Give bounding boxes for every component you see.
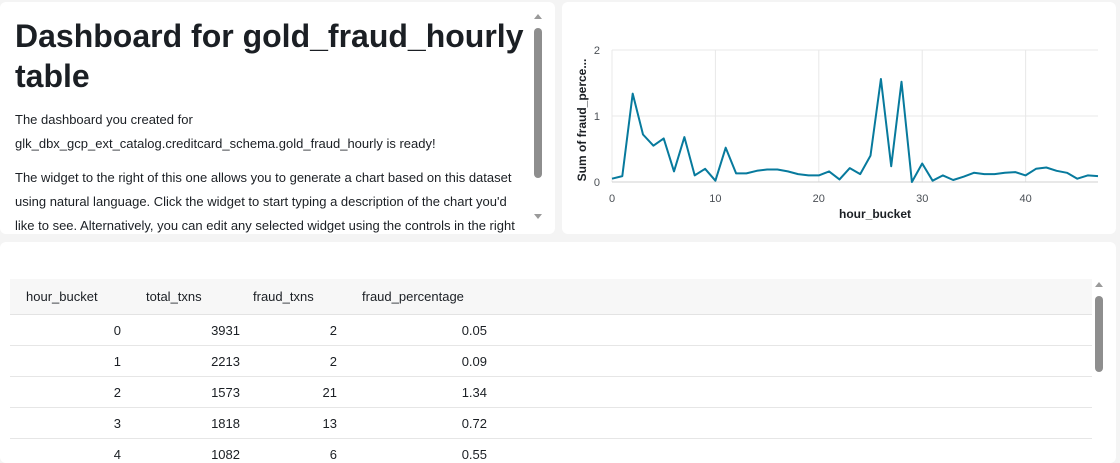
text-widget-content: Dashboard for gold_fraud_hourly table Th… [15,16,525,234]
cell-total-txns: 3931 [211,322,240,338]
y-tick-label: 2 [594,45,600,57]
scroll-up-arrow-icon[interactable] [534,14,542,19]
x-axis-label: hour_bucket [839,207,911,221]
column-header-hour-bucket[interactable]: hour_bucket [26,279,121,314]
cell-hour-bucket: 1 [113,353,121,369]
table-row: 4 1082 6 0.55 [10,439,1092,463]
cell-fraud-percentage: 0.72 [461,415,487,431]
table-row: 0 3931 2 0.05 [10,315,1092,346]
data-table: hour_bucket total_txns fraud_txns fraud_… [10,279,1092,463]
text-widget[interactable]: Dashboard for gold_fraud_hourly table Th… [0,2,555,234]
x-tick-label: 10 [709,193,721,205]
column-header-fraud-percentage[interactable]: fraud_percentage [362,279,492,314]
text-paragraph-ready: The dashboard you created for glk_dbx_gc… [15,112,436,151]
cell-total-txns: 1082 [211,446,240,462]
chart-series [611,78,1099,183]
table-header-row: hour_bucket total_txns fraud_txns fraud_… [10,279,1092,315]
cell-fraud-txns: 21 [322,384,337,400]
dashboard-title: Dashboard for gold_fraud_hourly table [15,18,524,94]
table-row: 2 1573 21 1.34 [10,377,1092,408]
scrollbar-thumb[interactable] [534,28,542,178]
cell-fraud-percentage: 1.34 [461,384,487,400]
chart-gridlines [611,49,1098,183]
cell-fraud-percentage: 0.05 [461,322,487,338]
cell-total-txns: 1573 [211,384,240,400]
x-tick-label: 30 [916,193,928,205]
x-tick-label: 20 [813,193,825,205]
cell-fraud-txns: 2 [329,322,337,338]
x-tick-label: 40 [1019,193,1031,205]
cell-hour-bucket: 0 [113,322,121,338]
chart-widget[interactable]: 0 1 2 0 10 20 30 40 hour_bucket Sum of fraud_pe… [562,2,1116,234]
x-tick-label: 0 [609,193,615,205]
table-widget[interactable]: hour_bucket total_txns fraud_txns fraud_… [0,242,1116,463]
y-tick-label: 1 [594,111,600,123]
table-row: 1 2213 2 0.09 [10,346,1092,377]
table-row: 3 1818 13 0.72 [10,408,1092,439]
scroll-down-arrow-icon[interactable] [534,214,542,219]
cell-fraud-txns: 6 [329,446,337,462]
column-header-fraud-txns[interactable]: fraud_txns [253,279,343,314]
text-paragraph-instructions: The widget to the right of this one allo… [15,170,515,233]
cell-hour-bucket: 2 [113,384,121,400]
cell-fraud-percentage: 0.09 [461,353,487,369]
cell-total-txns: 2213 [211,353,240,369]
cell-fraud-txns: 13 [322,415,337,431]
y-axis-label: Sum of fraud_perce... [575,59,589,182]
chart-axes: 0120 10 20 30 40 [594,45,1098,205]
cell-total-txns: 1818 [211,415,240,431]
text-widget-scrollbar[interactable] [533,12,543,224]
cell-fraud-txns: 2 [329,353,337,369]
cell-hour-bucket: 3 [113,415,121,431]
scroll-up-arrow-icon[interactable] [1095,282,1103,287]
scrollbar-thumb[interactable] [1095,296,1103,372]
fraud-percentage-line [611,78,1099,183]
y-tick-label: 0 [594,177,600,189]
cell-hour-bucket: 4 [113,446,121,462]
table-scrollbar[interactable] [1094,280,1104,463]
line-chart: 0120 10 20 30 40 hour_bucket Sum of fraud_pe… [575,45,1099,221]
column-header-total-txns[interactable]: total_txns [146,279,236,314]
cell-fraud-percentage: 0.55 [461,446,487,462]
